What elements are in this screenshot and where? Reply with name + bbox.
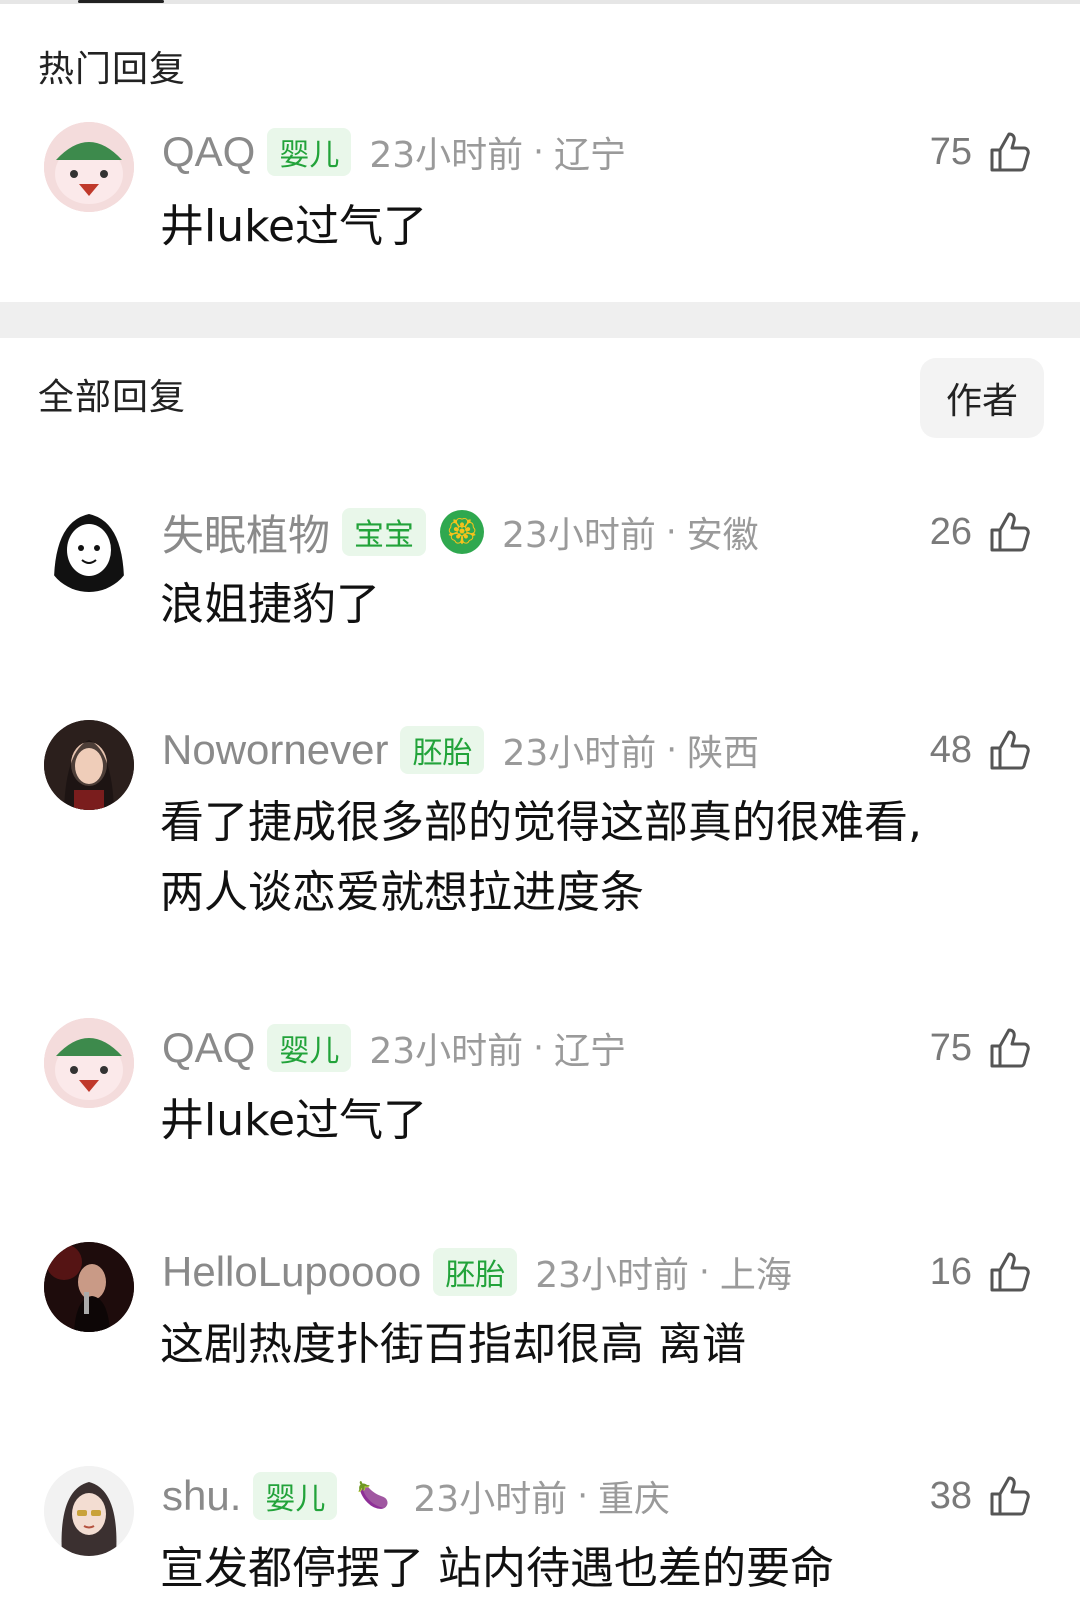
avatar-icon	[44, 502, 134, 592]
avatar[interactable]	[44, 720, 134, 810]
avatar-icon	[44, 1018, 134, 1108]
level-badge: 婴儿	[253, 1472, 338, 1520]
level-badge: 婴儿	[267, 128, 352, 176]
comment-text: 井luke过气了	[160, 1095, 428, 1146]
avatar-icon	[44, 1466, 134, 1556]
like-button[interactable]: 48	[920, 724, 1034, 776]
avatar[interactable]	[44, 122, 134, 212]
comment-text: 看了捷成很多部的觉得这部真的很难看, 两人谈恋爱就想拉进度条	[160, 788, 1020, 928]
timestamp: 23小时前	[413, 1479, 568, 1520]
flower-badge-icon: 🏵	[440, 510, 485, 554]
separator: ·	[699, 1252, 710, 1292]
level-badge: 胚胎	[433, 1248, 518, 1296]
level-badge: 婴儿	[267, 1024, 352, 1072]
avatar[interactable]	[44, 1466, 134, 1556]
separator: ·	[533, 132, 544, 172]
username[interactable]: 失眠植物	[162, 502, 330, 563]
region: 安徽	[686, 515, 759, 556]
thumbs-up-icon	[990, 730, 1030, 770]
author-filter-button[interactable]: 作者	[920, 358, 1044, 438]
like-button[interactable]: 16	[920, 1246, 1034, 1298]
like-button[interactable]: 75	[920, 126, 1034, 178]
timestamp: 23小时前	[502, 515, 656, 556]
region: 上海	[719, 1255, 792, 1296]
like-count: 26	[929, 510, 972, 553]
section-divider	[0, 302, 1080, 338]
top-edge	[0, 0, 1080, 4]
like-count: 16	[929, 1250, 972, 1293]
avatar[interactable]	[44, 1242, 134, 1332]
username[interactable]: shu.	[162, 1472, 241, 1520]
timestamp: 23小时前	[369, 1031, 524, 1072]
username[interactable]: Nowornever	[162, 726, 388, 774]
like-button[interactable]: 38	[920, 1470, 1034, 1522]
comment-text-line: 两人谈恋爱就想拉进度条	[160, 867, 644, 918]
username[interactable]: HelloLupoooo	[162, 1248, 421, 1296]
comment-text: 宣发都停摆了 站内待遇也差的要命	[160, 1543, 834, 1594]
region: 重庆	[598, 1479, 671, 1520]
region: 辽宁	[553, 135, 626, 176]
level-badge: 胚胎	[400, 726, 485, 774]
like-button[interactable]: 26	[920, 506, 1034, 558]
avatar-icon	[44, 1242, 134, 1332]
comment-text: 浪姐捷豹了	[160, 579, 380, 630]
thumbs-up-icon	[990, 512, 1030, 552]
timestamp: 23小时前	[369, 135, 524, 176]
all-replies-title: 全部回复	[38, 377, 187, 418]
avatar[interactable]	[44, 1018, 134, 1108]
username[interactable]: QAQ	[162, 128, 255, 176]
separator: ·	[665, 512, 677, 552]
like-count: 75	[929, 130, 972, 173]
like-count: 48	[929, 728, 972, 771]
separator: ·	[533, 1028, 544, 1068]
timestamp: 23小时前	[535, 1255, 690, 1296]
avatar[interactable]	[44, 502, 134, 592]
like-count: 38	[929, 1474, 972, 1517]
like-button[interactable]: 75	[920, 1022, 1034, 1074]
separator: ·	[577, 1476, 589, 1516]
thumbs-up-icon	[990, 1252, 1030, 1292]
comment-text-line: 看了捷成很多部的觉得这部真的很难看,	[160, 797, 922, 848]
thumbs-up-icon	[990, 132, 1030, 172]
username[interactable]: QAQ	[162, 1024, 255, 1072]
comment-text: 这剧热度扑街百指却很高 离谱	[160, 1319, 746, 1370]
hot-replies-title: 热门回复	[38, 49, 187, 90]
thumbs-up-icon	[990, 1476, 1030, 1516]
top-handle	[78, 0, 164, 3]
region: 陕西	[687, 733, 760, 774]
region: 辽宁	[553, 1031, 626, 1072]
separator: ·	[666, 730, 678, 770]
avatar-icon	[44, 720, 134, 810]
thumbs-up-icon	[990, 1028, 1030, 1068]
comment-text: 井luke过气了	[160, 201, 428, 252]
like-count: 75	[929, 1026, 972, 1069]
level-badge: 宝宝	[342, 508, 427, 556]
avatar-icon	[44, 122, 134, 212]
eggplant-icon: 🍆	[357, 1481, 390, 1511]
timestamp: 23小时前	[502, 733, 657, 774]
